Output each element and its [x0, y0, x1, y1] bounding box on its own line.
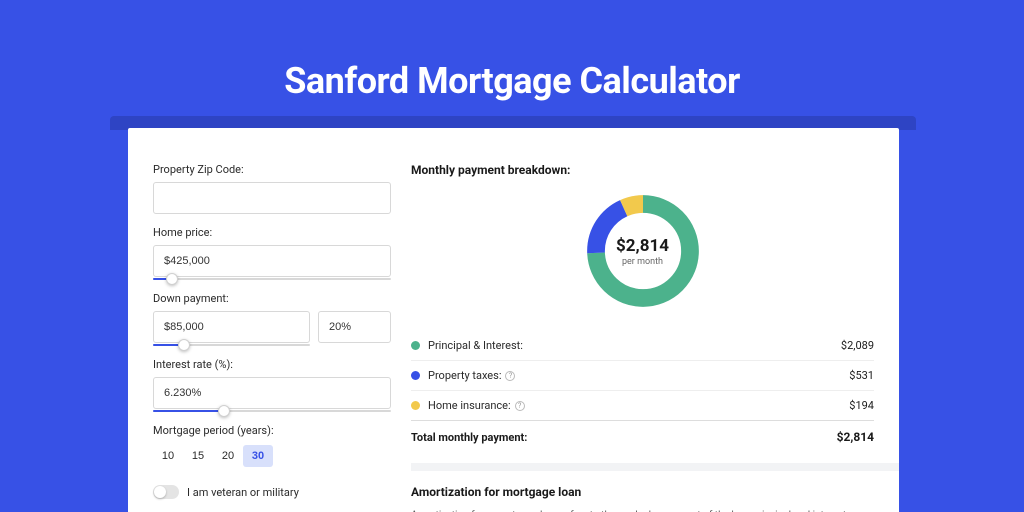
mortgage-period-options: 10152030	[153, 445, 391, 467]
interest-rate-slider[interactable]	[153, 409, 391, 412]
home-price-slider[interactable]	[153, 277, 391, 280]
interest-rate-input[interactable]	[153, 377, 391, 409]
zip-label: Property Zip Code:	[153, 163, 391, 176]
total-value: $2,814	[837, 430, 874, 444]
total-label: Total monthly payment:	[411, 431, 837, 444]
mortgage-period-label: Mortgage period (years):	[153, 424, 391, 437]
legend-dot	[411, 401, 420, 410]
period-option-20[interactable]: 20	[213, 445, 243, 467]
legend-row: Principal & Interest:$2,089	[411, 331, 874, 361]
legend-dot	[411, 371, 420, 380]
period-option-30[interactable]: 30	[243, 445, 273, 467]
page-title: Sanford Mortgage Calculator	[0, 0, 1024, 102]
amortization-section: Amortization for mortgage loan Amortizat…	[411, 463, 899, 512]
down-payment-slider[interactable]	[153, 343, 310, 346]
home-price-label: Home price:	[153, 226, 391, 239]
breakdown-heading: Monthly payment breakdown:	[411, 163, 874, 177]
legend-dot	[411, 341, 420, 350]
amortization-heading: Amortization for mortgage loan	[411, 485, 874, 499]
legend-value: $531	[849, 369, 874, 382]
total-row: Total monthly payment: $2,814	[411, 420, 874, 453]
legend-label: Property taxes: ?	[428, 369, 849, 382]
down-payment-percent-input[interactable]	[318, 311, 391, 343]
legend-label: Home insurance: ?	[428, 399, 849, 412]
results-column: Monthly payment breakdown: $2,814 per mo…	[411, 153, 874, 512]
home-price-slider-thumb[interactable]	[166, 273, 178, 285]
legend-row: Property taxes: ?$531	[411, 361, 874, 391]
help-icon[interactable]: ?	[515, 401, 525, 411]
donut-sublabel: per month	[622, 257, 663, 267]
inputs-column: Property Zip Code: Home price: Down paym…	[153, 153, 391, 512]
calculator-card: Property Zip Code: Home price: Down paym…	[128, 128, 899, 512]
help-icon[interactable]: ?	[505, 371, 515, 381]
home-price-input[interactable]	[153, 245, 391, 277]
period-option-15[interactable]: 15	[183, 445, 213, 467]
period-option-10[interactable]: 10	[153, 445, 183, 467]
donut-chart-container: $2,814 per month	[411, 177, 874, 331]
zip-input[interactable]	[153, 182, 391, 214]
page-background: Sanford Mortgage Calculator Property Zip…	[0, 0, 1024, 512]
interest-rate-label: Interest rate (%):	[153, 358, 391, 371]
legend-label: Principal & Interest:	[428, 339, 841, 352]
down-payment-label: Down payment:	[153, 292, 391, 305]
legend-row: Home insurance: ?$194	[411, 391, 874, 420]
donut-amount: $2,814	[616, 236, 669, 256]
breakdown-legend: Principal & Interest:$2,089Property taxe…	[411, 331, 874, 420]
veteran-toggle[interactable]	[153, 485, 179, 499]
legend-value: $2,089	[841, 339, 874, 352]
donut-chart: $2,814 per month	[581, 189, 705, 313]
interest-rate-slider-thumb[interactable]	[218, 405, 230, 417]
down-payment-input[interactable]	[153, 311, 310, 343]
veteran-toggle-knob	[154, 486, 166, 498]
veteran-toggle-label: I am veteran or military	[187, 486, 299, 499]
legend-value: $194	[849, 399, 874, 412]
down-payment-slider-thumb[interactable]	[178, 339, 190, 351]
